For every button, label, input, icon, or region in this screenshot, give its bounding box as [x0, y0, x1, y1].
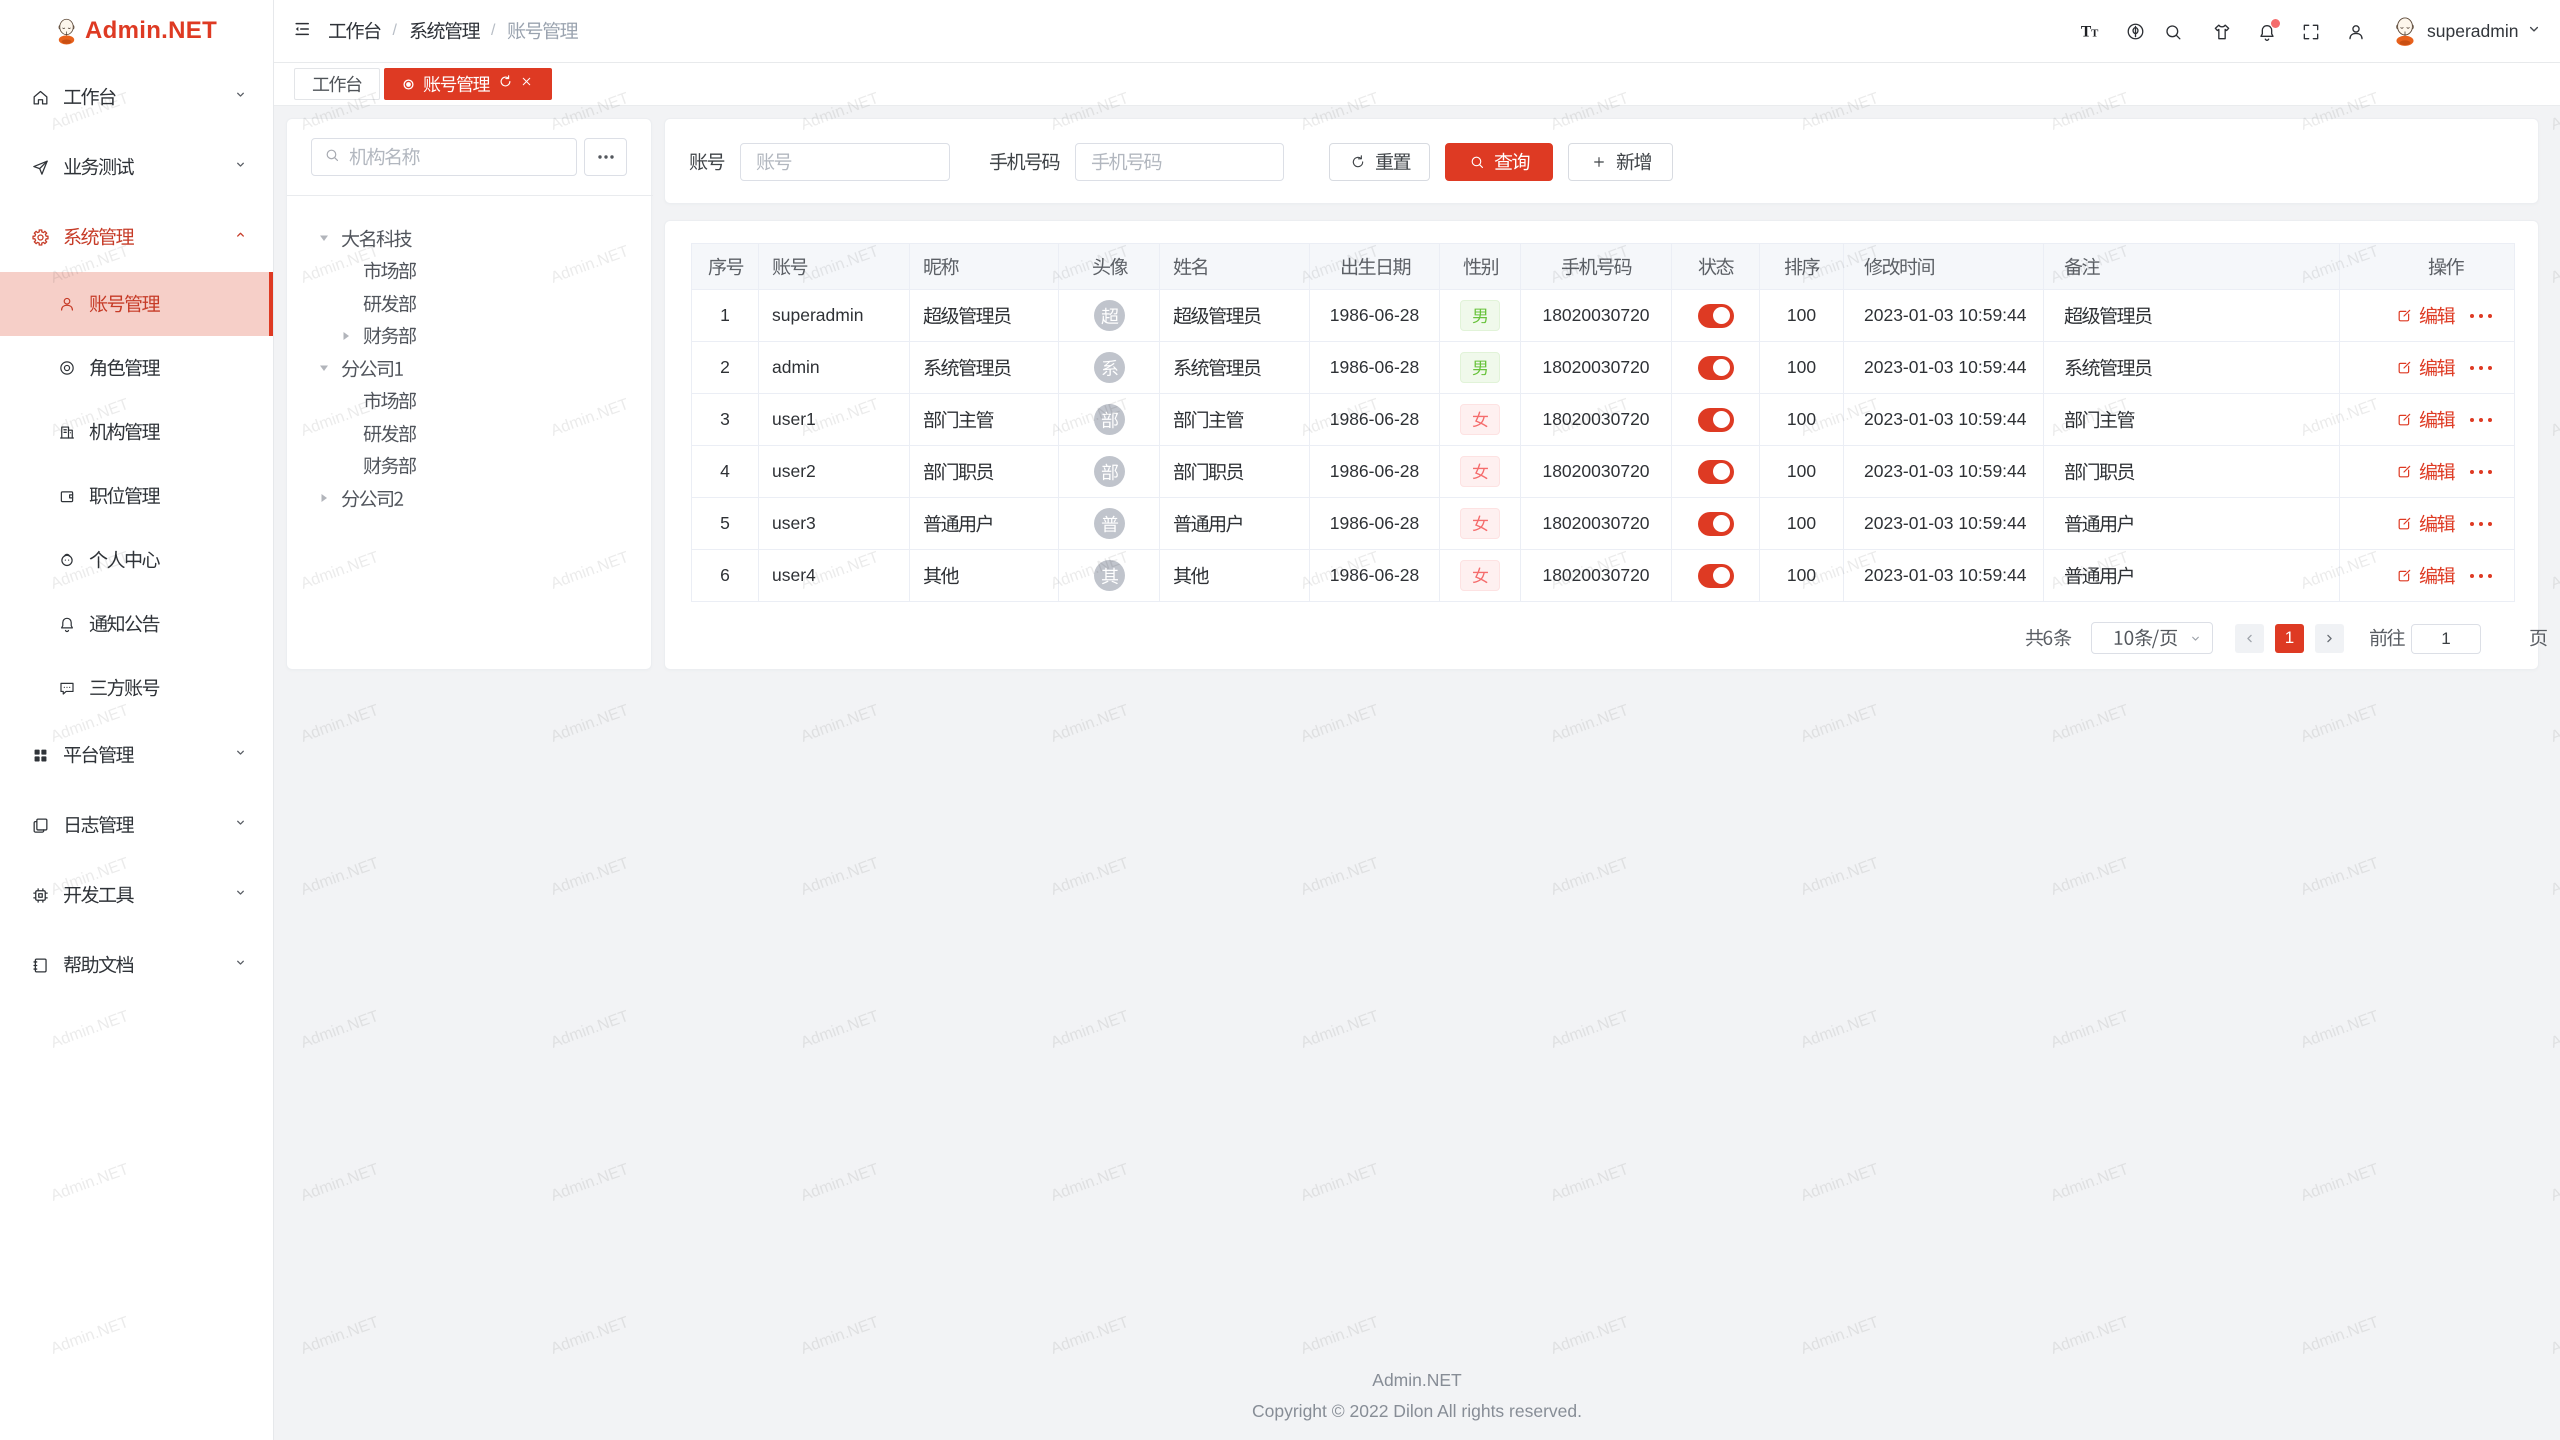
svg-text:T: T [2091, 27, 2099, 39]
